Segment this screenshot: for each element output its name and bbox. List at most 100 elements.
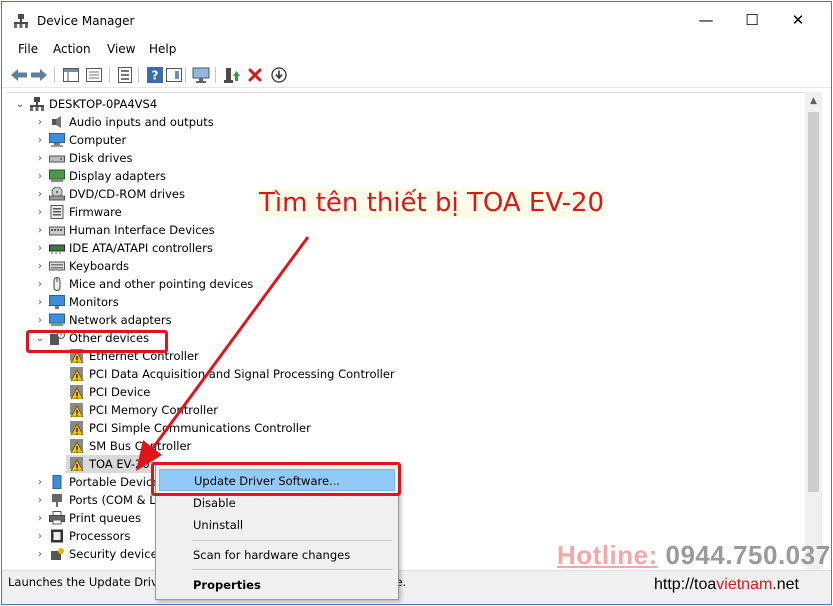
menu-uninstall[interactable]: Uninstall — [159, 514, 395, 536]
tree-item-audio[interactable]: › Audio inputs and outputs — [34, 113, 214, 131]
tree-item-monitors[interactable]: › Monitors — [34, 293, 119, 311]
tree-item-mice[interactable]: › Mice and other pointing devices — [34, 275, 253, 293]
device-pci-data-acquisition[interactable]: PCI Data Acquisition and Signal Processi… — [66, 365, 395, 383]
tree-item-label: Network adapters — [69, 313, 172, 327]
properties-icon[interactable] — [85, 66, 103, 84]
chevron-right-icon[interactable]: › — [34, 545, 46, 563]
device-label: PCI Memory Controller — [89, 403, 219, 417]
warning-device-icon — [70, 439, 84, 453]
chevron-right-icon[interactable]: › — [34, 149, 46, 167]
tree-item-ide[interactable]: › IDE ATA/ATAPI controllers — [34, 239, 213, 257]
uninstall-icon[interactable] — [246, 66, 264, 84]
chevron-right-icon[interactable]: › — [34, 257, 46, 275]
chevron-right-icon[interactable]: › — [34, 491, 46, 509]
forward-icon[interactable] — [30, 66, 48, 84]
computer-tower-icon — [30, 97, 44, 111]
device-pci-simple-comm[interactable]: PCI Simple Communications Controller — [66, 419, 311, 437]
device-toa-ev-20[interactable]: TOA EV-20 — [66, 455, 154, 473]
warning-device-icon — [70, 457, 84, 471]
device-sm-bus-controller[interactable]: SM Bus Controller — [66, 437, 191, 455]
tree-item-label: DVD/CD-ROM drives — [69, 187, 185, 201]
svg-text:?: ? — [152, 69, 159, 83]
tree-item-network[interactable]: › Network adapters — [34, 311, 172, 329]
menu-file[interactable]: File — [18, 42, 38, 56]
device-pci-memory-controller[interactable]: PCI Memory Controller — [66, 401, 218, 419]
port-icon — [52, 494, 62, 507]
chevron-right-icon[interactable]: › — [34, 275, 46, 293]
back-icon[interactable] — [10, 66, 28, 84]
monitor-icon[interactable] — [192, 66, 210, 84]
tree-item-label: IDE ATA/ATAPI controllers — [69, 241, 213, 255]
tree-item-label: Audio inputs and outputs — [69, 115, 214, 129]
menu-bar: File Action View Help — [2, 39, 831, 59]
menu-view[interactable]: View — [107, 42, 135, 56]
site-accent: vietnam — [716, 576, 773, 593]
tree-item-keyboards[interactable]: › Keyboards — [34, 257, 129, 275]
chevron-right-icon[interactable]: › — [34, 311, 46, 329]
tree-item-label: Keyboards — [69, 259, 130, 273]
highlight-update-driver — [151, 462, 401, 496]
tree-item-portable-devices[interactable]: › Portable Devices — [34, 473, 165, 491]
scroll-up-icon[interactable]: ▲ — [805, 92, 822, 109]
install-icon[interactable] — [270, 66, 288, 84]
chevron-right-icon[interactable]: › — [34, 131, 46, 149]
tree-item-label: Computer — [69, 133, 127, 147]
speaker-icon — [52, 116, 61, 128]
chevron-right-icon[interactable]: › — [34, 473, 46, 491]
chevron-right-icon[interactable]: › — [34, 113, 46, 131]
chevron-right-icon[interactable]: › — [34, 293, 46, 311]
tree-item-security-devices[interactable]: › Security devices — [34, 545, 164, 563]
annotation-text: Tìm tên thiết bị TOA EV-20 — [257, 188, 607, 218]
menu-properties[interactable]: Properties — [159, 574, 395, 596]
tree-scrollbar[interactable]: ▲ — [805, 92, 822, 570]
highlight-other-devices — [26, 330, 168, 353]
network-adapter-icon — [49, 313, 65, 326]
tree-item-display-adapters[interactable]: › Display adapters — [34, 167, 166, 185]
tree-item-processors[interactable]: › Processors — [34, 527, 130, 545]
chevron-right-icon[interactable]: › — [34, 509, 46, 527]
view-icon[interactable] — [165, 66, 183, 84]
chevron-right-icon[interactable]: › — [34, 203, 46, 221]
tree-item-label: Mice and other pointing devices — [69, 277, 254, 291]
properties-sheet-icon[interactable] — [116, 66, 134, 84]
device-pci-device[interactable]: PCI Device — [66, 383, 150, 401]
chevron-down-icon[interactable]: ⌄ — [14, 95, 26, 113]
chevron-right-icon[interactable]: › — [34, 527, 46, 545]
device-manager-icon — [14, 14, 28, 28]
chevron-right-icon[interactable]: › — [34, 239, 46, 257]
hotline-watermark: Hotline: 0944.750.037 — [557, 540, 831, 571]
printer-icon — [49, 511, 65, 525]
tree-item-label: Processors — [69, 529, 131, 543]
site-prefix: http://toa — [654, 576, 717, 593]
hid-icon — [49, 226, 65, 236]
firmware-icon — [50, 205, 64, 219]
tree-item-dvd[interactable]: › DVD/CD-ROM drives — [34, 185, 185, 203]
website-watermark: http://toavietnam.net — [654, 576, 799, 594]
device-label: PCI Device — [89, 385, 151, 399]
menu-scan-hardware[interactable]: Scan for hardware changes — [159, 544, 395, 566]
warning-device-icon — [70, 403, 84, 417]
maximize-button[interactable]: ☐ — [729, 2, 775, 38]
tree-root[interactable]: ⌄ DESKTOP-0PA4VS4 — [14, 95, 157, 113]
device-label: TOA EV-20 — [89, 457, 150, 471]
menu-help[interactable]: Help — [149, 42, 176, 56]
device-label: PCI Data Acquisition and Signal Processi… — [89, 367, 395, 381]
chevron-right-icon[interactable]: › — [34, 185, 46, 203]
chevron-right-icon[interactable]: › — [34, 221, 46, 239]
help-icon[interactable]: ? — [146, 66, 164, 84]
menu-action[interactable]: Action — [53, 42, 91, 56]
minimize-button[interactable]: — — [683, 2, 729, 38]
tree-item-firmware[interactable]: › Firmware — [34, 203, 122, 221]
update-driver-icon[interactable] — [223, 66, 241, 84]
show-hide-tree-icon[interactable] — [62, 66, 80, 84]
tree-item-hid[interactable]: › Human Interface Devices — [34, 221, 215, 239]
scroll-thumb[interactable] — [808, 112, 819, 492]
title-bar: Device Manager — ☐ ✕ — [2, 2, 831, 38]
tree-item-disk-drives[interactable]: › Disk drives — [34, 149, 132, 167]
tree-item-label: Human Interface Devices — [69, 223, 215, 237]
chevron-right-icon[interactable]: › — [34, 167, 46, 185]
tree-item-computer[interactable]: › Computer — [34, 131, 126, 149]
window-title: Device Manager — [37, 14, 135, 28]
tree-item-print-queues[interactable]: › Print queues — [34, 509, 141, 527]
close-button[interactable]: ✕ — [775, 2, 821, 38]
